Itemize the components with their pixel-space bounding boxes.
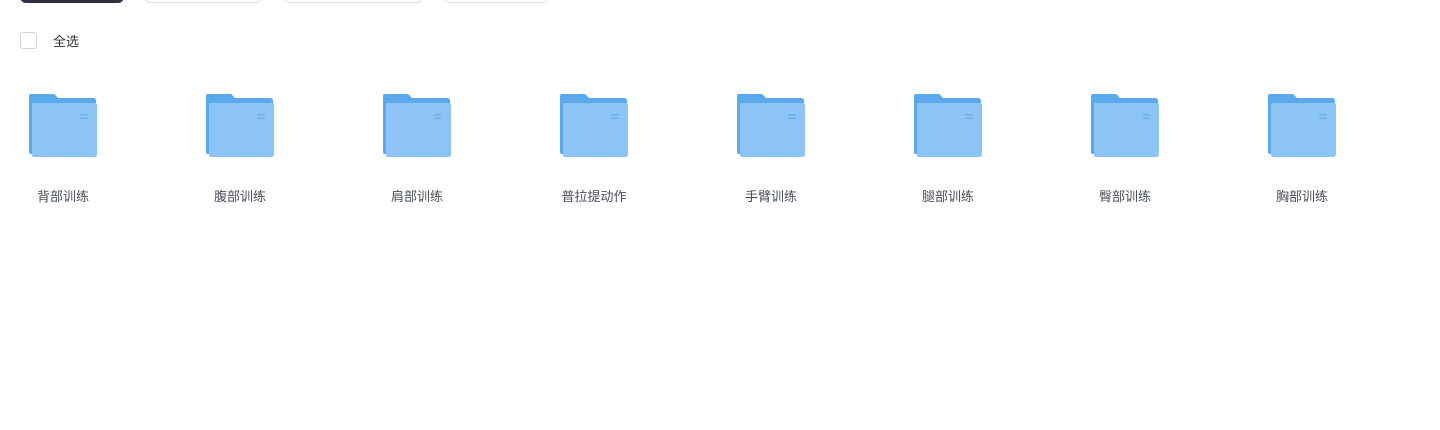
folder-label[interactable]: 腿部训练	[914, 186, 982, 205]
folder-item[interactable]: 手臂训练	[737, 90, 857, 210]
folder-icon	[1091, 94, 1159, 157]
folder-icon	[29, 94, 97, 157]
folder-item[interactable]: 胸部训练	[1268, 90, 1388, 210]
toolbar-button-3[interactable]	[283, 0, 423, 3]
toolbar	[0, 0, 1440, 4]
folder-item[interactable]: 肩部训练	[383, 90, 503, 210]
folder-item[interactable]: 腿部训练	[914, 90, 1034, 210]
toolbar-button-2[interactable]	[144, 0, 262, 3]
folder-icon	[206, 94, 274, 157]
folder-icon	[1268, 94, 1336, 157]
folder-item[interactable]: 背部训练	[29, 90, 149, 210]
toolbar-primary-button[interactable]	[20, 0, 124, 3]
toolbar-button-4[interactable]	[443, 0, 548, 3]
folder-icon	[737, 94, 805, 157]
select-all-row[interactable]: 全选	[20, 30, 79, 50]
select-all-label[interactable]: 全选	[53, 31, 79, 50]
folder-label[interactable]: 臀部训练	[1091, 186, 1159, 205]
folder-item[interactable]: 臀部训练	[1091, 90, 1211, 210]
folder-label[interactable]: 肩部训练	[383, 186, 451, 205]
folder-icon	[383, 94, 451, 157]
folder-item[interactable]: 普拉提动作	[560, 90, 680, 210]
folder-item[interactable]: 腹部训练	[206, 90, 326, 210]
folder-icon	[560, 94, 628, 157]
select-all-checkbox[interactable]	[20, 31, 37, 49]
folder-label[interactable]: 胸部训练	[1268, 186, 1336, 205]
folder-icon	[914, 94, 982, 157]
folder-label[interactable]: 手臂训练	[737, 186, 805, 205]
folder-label[interactable]: 腹部训练	[206, 186, 274, 205]
file-browser: 全选 背部训练 腹部训练 肩部训练 普拉提动作 手臂训练 腿部训练 臀部训练 胸…	[0, 0, 1440, 430]
folder-label[interactable]: 普拉提动作	[560, 186, 628, 205]
folder-label[interactable]: 背部训练	[29, 186, 97, 205]
